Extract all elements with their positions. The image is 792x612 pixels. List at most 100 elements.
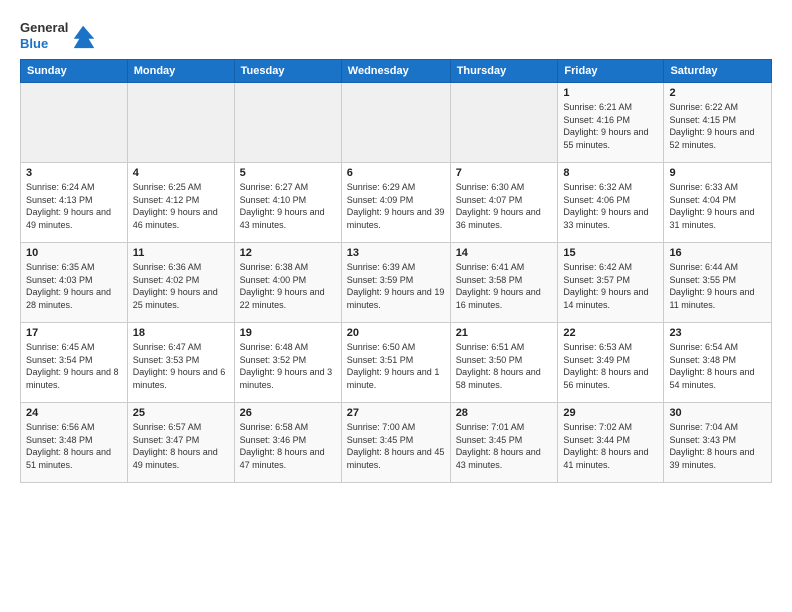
cell-info: Sunrise: 6:41 AM Sunset: 3:58 PM Dayligh… xyxy=(456,261,553,311)
calendar-week-3: 10Sunrise: 6:35 AM Sunset: 4:03 PM Dayli… xyxy=(21,243,772,323)
calendar-week-4: 17 Sunrise: 6:45 AM Sunset: 3:54 PM Dayli… xyxy=(21,323,772,403)
cell-date: 27 xyxy=(347,407,445,419)
cell-date: 12 xyxy=(240,247,336,259)
cell-date: 14 xyxy=(456,247,553,259)
cell-date: 16 xyxy=(669,247,766,259)
calendar-cell: 18Sunrise: 6:47 AM Sunset: 3:53 PM Dayli… xyxy=(127,323,234,403)
cell-date: 13 xyxy=(347,247,445,259)
calendar-cell xyxy=(450,83,558,163)
cell-info: Sunrise: 6:57 AM Sunset: 3:47 PM Dayligh… xyxy=(133,421,229,471)
header: General Blue xyxy=(20,16,772,51)
cell-date: 2 xyxy=(669,87,766,99)
calendar-cell: 24Sunrise: 6:56 AM Sunset: 3:48 PM Dayli… xyxy=(21,403,128,483)
calendar-cell: 30 Sunrise: 7:04 AM Sunset: 3:43 PM Dayli… xyxy=(664,403,772,483)
calendar-cell: 25 Sunrise: 6:57 AM Sunset: 3:47 PM Dayli… xyxy=(127,403,234,483)
cell-info: Sunrise: 6:30 AM Sunset: 4:07 PM Dayligh… xyxy=(456,181,553,231)
weekday-header-tuesday: Tuesday xyxy=(234,60,341,83)
cell-date: 24 xyxy=(26,407,122,419)
cell-date: 22 xyxy=(563,327,658,339)
cell-date: 29 xyxy=(563,407,658,419)
cell-info: Sunrise: 6:44 AM Sunset: 3:55 PM Dayligh… xyxy=(669,261,766,311)
cell-info: Sunrise: 7:01 AM Sunset: 3:45 PM Dayligh… xyxy=(456,421,553,471)
calendar-cell: 5Sunrise: 6:27 AM Sunset: 4:10 PM Daylig… xyxy=(234,163,341,243)
cell-date: 7 xyxy=(456,167,553,179)
cell-info: Sunrise: 6:36 AM Sunset: 4:02 PM Dayligh… xyxy=(133,261,229,311)
calendar-cell: 3Sunrise: 6:24 AM Sunset: 4:13 PM Daylig… xyxy=(21,163,128,243)
calendar-cell: 19 Sunrise: 6:48 AM Sunset: 3:52 PM Dayli… xyxy=(234,323,341,403)
calendar-cell: 29Sunrise: 7:02 AM Sunset: 3:44 PM Dayli… xyxy=(558,403,664,483)
calendar-cell: 23 Sunrise: 6:54 AM Sunset: 3:48 PM Dayli… xyxy=(664,323,772,403)
cell-date: 8 xyxy=(563,167,658,179)
cell-date: 15 xyxy=(563,247,658,259)
cell-date: 18 xyxy=(133,327,229,339)
calendar-cell: 7 Sunrise: 6:30 AM Sunset: 4:07 PM Daylig… xyxy=(450,163,558,243)
cell-date: 17 xyxy=(26,327,122,339)
cell-date: 10 xyxy=(26,247,122,259)
calendar-cell xyxy=(341,83,450,163)
calendar-cell: 8 Sunrise: 6:32 AM Sunset: 4:06 PM Daylig… xyxy=(558,163,664,243)
cell-date: 28 xyxy=(456,407,553,419)
calendar-week-5: 24Sunrise: 6:56 AM Sunset: 3:48 PM Dayli… xyxy=(21,403,772,483)
cell-info: Sunrise: 6:27 AM Sunset: 4:10 PM Dayligh… xyxy=(240,181,336,231)
cell-date: 1 xyxy=(563,87,658,99)
calendar-cell: 17 Sunrise: 6:45 AM Sunset: 3:54 PM Dayli… xyxy=(21,323,128,403)
cell-info: Sunrise: 6:21 AM Sunset: 4:16 PM Dayligh… xyxy=(563,101,658,151)
cell-info: Sunrise: 6:22 AM Sunset: 4:15 PM Dayligh… xyxy=(669,101,766,151)
cell-info: Sunrise: 7:04 AM Sunset: 3:43 PM Dayligh… xyxy=(669,421,766,471)
calendar-cell xyxy=(234,83,341,163)
cell-info: Sunrise: 6:39 AM Sunset: 3:59 PM Dayligh… xyxy=(347,261,445,311)
cell-info: Sunrise: 6:42 AM Sunset: 3:57 PM Dayligh… xyxy=(563,261,658,311)
cell-date: 25 xyxy=(133,407,229,419)
calendar-cell: 9 Sunrise: 6:33 AM Sunset: 4:04 PM Daylig… xyxy=(664,163,772,243)
cell-date: 6 xyxy=(347,167,445,179)
cell-info: Sunrise: 6:48 AM Sunset: 3:52 PM Dayligh… xyxy=(240,341,336,391)
calendar-cell: 16 Sunrise: 6:44 AM Sunset: 3:55 PM Dayli… xyxy=(664,243,772,323)
cell-info: Sunrise: 6:53 AM Sunset: 3:49 PM Dayligh… xyxy=(563,341,658,391)
weekday-header-thursday: Thursday xyxy=(450,60,558,83)
cell-date: 23 xyxy=(669,327,766,339)
calendar-cell: 20 Sunrise: 6:50 AM Sunset: 3:51 PM Dayli… xyxy=(341,323,450,403)
page: General Blue SundayMondayTuesdayWednesda… xyxy=(0,0,792,493)
calendar-cell: 26 Sunrise: 6:58 AM Sunset: 3:46 PM Dayli… xyxy=(234,403,341,483)
weekday-header-sunday: Sunday xyxy=(21,60,128,83)
cell-info: Sunrise: 6:33 AM Sunset: 4:04 PM Dayligh… xyxy=(669,181,766,231)
calendar-week-1: 1 Sunrise: 6:21 AM Sunset: 4:16 PM Daylig… xyxy=(21,83,772,163)
calendar-cell: 12 Sunrise: 6:38 AM Sunset: 4:00 PM Dayli… xyxy=(234,243,341,323)
calendar-cell: 1 Sunrise: 6:21 AM Sunset: 4:16 PM Daylig… xyxy=(558,83,664,163)
cell-date: 11 xyxy=(133,247,229,259)
calendar-header: SundayMondayTuesdayWednesdayThursdayFrid… xyxy=(21,60,772,83)
calendar-cell: 27Sunrise: 7:00 AM Sunset: 3:45 PM Dayli… xyxy=(341,403,450,483)
calendar-cell: 28 Sunrise: 7:01 AM Sunset: 3:45 PM Dayli… xyxy=(450,403,558,483)
cell-info: Sunrise: 6:50 AM Sunset: 3:51 PM Dayligh… xyxy=(347,341,445,391)
calendar-cell: 10Sunrise: 6:35 AM Sunset: 4:03 PM Dayli… xyxy=(21,243,128,323)
cell-date: 26 xyxy=(240,407,336,419)
cell-date: 30 xyxy=(669,407,766,419)
cell-info: Sunrise: 6:51 AM Sunset: 3:50 PM Dayligh… xyxy=(456,341,553,391)
logo-general: General xyxy=(20,20,68,35)
cell-date: 21 xyxy=(456,327,553,339)
cell-date: 19 xyxy=(240,327,336,339)
weekday-header-friday: Friday xyxy=(558,60,664,83)
cell-info: Sunrise: 6:54 AM Sunset: 3:48 PM Dayligh… xyxy=(669,341,766,391)
calendar-cell: 13 Sunrise: 6:39 AM Sunset: 3:59 PM Dayli… xyxy=(341,243,450,323)
calendar-table: SundayMondayTuesdayWednesdayThursdayFrid… xyxy=(20,59,772,483)
cell-info: Sunrise: 6:38 AM Sunset: 4:00 PM Dayligh… xyxy=(240,261,336,311)
calendar-cell xyxy=(21,83,128,163)
calendar-cell: 2 Sunrise: 6:22 AM Sunset: 4:15 PM Daylig… xyxy=(664,83,772,163)
calendar-body: 1 Sunrise: 6:21 AM Sunset: 4:16 PM Daylig… xyxy=(21,83,772,483)
calendar-cell: 11 Sunrise: 6:36 AM Sunset: 4:02 PM Dayli… xyxy=(127,243,234,323)
cell-date: 9 xyxy=(669,167,766,179)
cell-info: Sunrise: 6:45 AM Sunset: 3:54 PM Dayligh… xyxy=(26,341,122,391)
cell-info: Sunrise: 6:58 AM Sunset: 3:46 PM Dayligh… xyxy=(240,421,336,471)
calendar-week-2: 3Sunrise: 6:24 AM Sunset: 4:13 PM Daylig… xyxy=(21,163,772,243)
cell-date: 4 xyxy=(133,167,229,179)
cell-date: 20 xyxy=(347,327,445,339)
logo: General Blue xyxy=(20,20,98,51)
calendar-cell: 22 Sunrise: 6:53 AM Sunset: 3:49 PM Dayli… xyxy=(558,323,664,403)
weekday-header-saturday: Saturday xyxy=(664,60,772,83)
logo-text: General Blue xyxy=(20,20,68,51)
weekday-row: SundayMondayTuesdayWednesdayThursdayFrid… xyxy=(21,60,772,83)
calendar-cell: 15 Sunrise: 6:42 AM Sunset: 3:57 PM Dayli… xyxy=(558,243,664,323)
cell-info: Sunrise: 6:32 AM Sunset: 4:06 PM Dayligh… xyxy=(563,181,658,231)
cell-info: Sunrise: 6:29 AM Sunset: 4:09 PM Dayligh… xyxy=(347,181,445,231)
